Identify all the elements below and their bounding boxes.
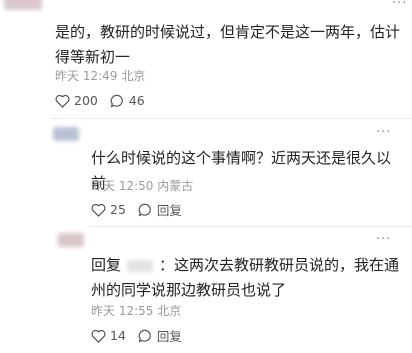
comment-text: 是的，教研的时候说过，但肯定不是这一两年，估计得等新初一 (55, 23, 401, 66)
comment-time: 昨天 12:55 (91, 304, 154, 318)
heart-icon (91, 203, 106, 217)
heart-icon (91, 329, 106, 343)
avatar[interactable] (53, 127, 79, 141)
reply-label: 回复 (156, 329, 182, 344)
comment-time: 昨天 12:49 (55, 69, 118, 83)
reply-count: 46 (128, 93, 145, 108)
comment-actions: 200 46 (55, 93, 157, 108)
comment-location: 北京 (121, 69, 146, 83)
like-count: 14 (110, 328, 126, 343)
like-button[interactable]: 200 (55, 93, 98, 108)
comment-location: 内蒙古 (157, 179, 194, 193)
comment-time: 昨天 12:50 (91, 179, 154, 193)
mentioned-username[interactable] (127, 259, 154, 272)
comment-meta: 昨天 12:50 内蒙古 (91, 177, 193, 194)
comment-text: 回复 ：这两次去教研教研员说的，我在通州的同学说那边教研员也说了 (91, 253, 403, 303)
comment-bubble-icon (138, 203, 151, 216)
more-options-icon[interactable]: ··· (376, 232, 391, 247)
avatar[interactable] (4, 0, 42, 10)
divider (90, 226, 412, 227)
more-options-icon[interactable]: ··· (392, 0, 407, 11)
heart-icon (55, 94, 70, 108)
comment-actions: 14 回复 (91, 326, 194, 345)
comment-actions: 25 回复 (91, 200, 194, 219)
like-button[interactable]: 25 (91, 202, 126, 217)
comment-meta: 昨天 12:55 北京 (91, 302, 181, 319)
reply-count-button[interactable]: 46 (110, 93, 145, 108)
comment-meta: 昨天 12:49 北京 (55, 67, 145, 84)
comment-bubble-icon (110, 94, 123, 107)
reply-prefix: 回复 (91, 256, 122, 274)
like-count: 25 (110, 202, 126, 217)
like-count: 200 (74, 93, 98, 108)
comment-location: 北京 (157, 304, 182, 318)
like-button[interactable]: 14 (91, 328, 126, 343)
reply-button[interactable]: 回复 (138, 200, 182, 219)
reply-label: 回复 (156, 203, 182, 218)
divider (50, 118, 412, 119)
avatar[interactable] (58, 233, 84, 247)
reply-button[interactable]: 回复 (138, 326, 182, 345)
comment-bubble-icon (138, 329, 151, 342)
more-options-icon[interactable]: ··· (376, 125, 391, 140)
